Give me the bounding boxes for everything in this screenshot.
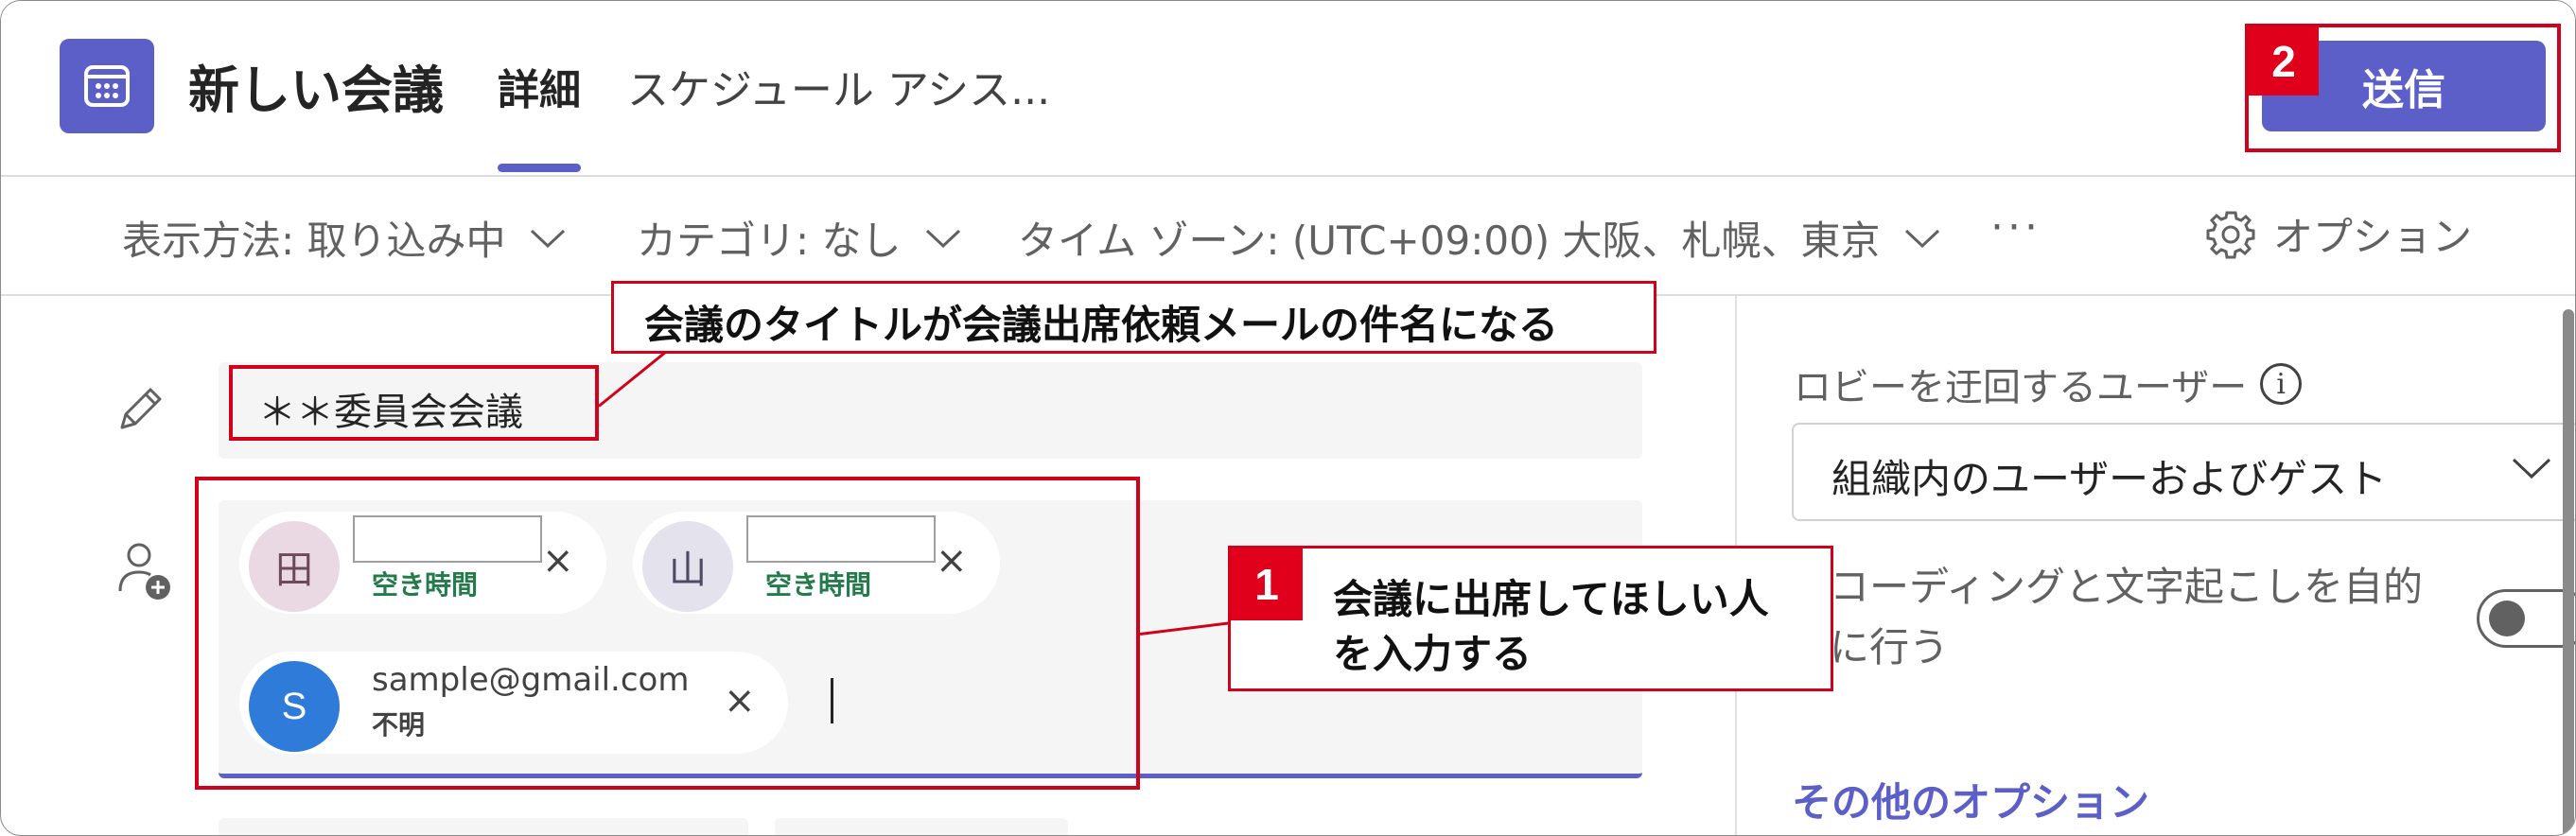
add-person-icon <box>118 543 170 600</box>
meeting-window: 新しい会議 詳細 スケジュール アシス... 送信 表示方法: 取り込み中 カテ… <box>0 0 2576 836</box>
options-button[interactable]: オプション <box>2205 205 2472 263</box>
calendar-icon <box>60 39 154 133</box>
show-as-label: 表示方法: 取り込み中 <box>122 218 506 264</box>
step-badge-2: 2 <box>2249 27 2319 96</box>
gear-icon <box>2206 211 2255 258</box>
attendees-callout-line2: を入力する <box>1333 631 1533 677</box>
chevron-down-icon <box>1904 229 1939 248</box>
lobby-bypass-text: ロビーを迂回するユーザー <box>1794 366 2248 409</box>
next-field[interactable] <box>775 818 1068 835</box>
attendees-callout: 1 会議に出席してほしい人 を入力する <box>1228 546 1833 691</box>
timezone-label: タイム ゾーン: (UTC+09:00) 大阪、札幌、東京 <box>1018 218 1881 264</box>
page-title: 新しい会議 <box>188 61 444 120</box>
tab-scheduling-assistant[interactable]: スケジュール アシス... <box>627 56 1050 116</box>
more-menu-button[interactable]: ··· <box>1990 203 2042 252</box>
category-dropdown[interactable]: カテゴリ: なし <box>637 209 962 267</box>
step-badge-1: 1 <box>1231 549 1303 620</box>
lobby-bypass-value: 組織内のユーザーおよびゲスト <box>1831 456 2388 502</box>
title-callout: 会議のタイトルが会議出席依頼メールの件名になる <box>611 281 1656 354</box>
attendees-highlight-box <box>195 477 1140 790</box>
info-icon[interactable]: i <box>2260 363 2303 405</box>
title-highlight-box <box>229 365 599 441</box>
chevron-down-icon <box>2512 458 2551 479</box>
title-callout-text: 会議のタイトルが会議出席依頼メールの件名になる <box>644 302 1559 348</box>
lobby-bypass-dropdown[interactable]: 組織内のユーザーおよびゲスト <box>1792 423 2575 521</box>
record-transcribe-toggle[interactable] <box>2477 589 2575 648</box>
timezone-dropdown[interactable]: タイム ゾーン: (UTC+09:00) 大阪、札幌、東京 <box>1018 209 1941 267</box>
header-bar: 新しい会議 詳細 スケジュール アシス... 送信 <box>1 1 2575 177</box>
record-transcribe-label: コーディングと文字起こしを自的に行う <box>1830 564 2424 671</box>
more-options-link[interactable]: その他のオプション <box>1792 771 2149 828</box>
chevron-down-icon <box>925 229 960 248</box>
attendees-callout-line1: 会議に出席してほしい人 <box>1333 576 1769 622</box>
meeting-toolbar: 表示方法: 取り込み中 カテゴリ: なし タイム ゾーン: (UTC+09:00… <box>1 177 2575 296</box>
lobby-bypass-label: ロビーを迂回するユーザー i <box>1794 357 2303 411</box>
active-tab-indicator <box>498 164 581 172</box>
pencil-icon <box>120 388 162 429</box>
category-label: カテゴリ: なし <box>637 218 902 264</box>
toggle-knob <box>2489 601 2525 636</box>
chevron-down-icon <box>530 229 565 248</box>
scrollbar[interactable] <box>2563 309 2574 835</box>
next-field[interactable] <box>219 818 748 835</box>
show-as-dropdown[interactable]: 表示方法: 取り込み中 <box>122 209 567 267</box>
options-label: オプション <box>2273 214 2473 260</box>
tab-details[interactable]: 詳細 <box>498 56 581 116</box>
